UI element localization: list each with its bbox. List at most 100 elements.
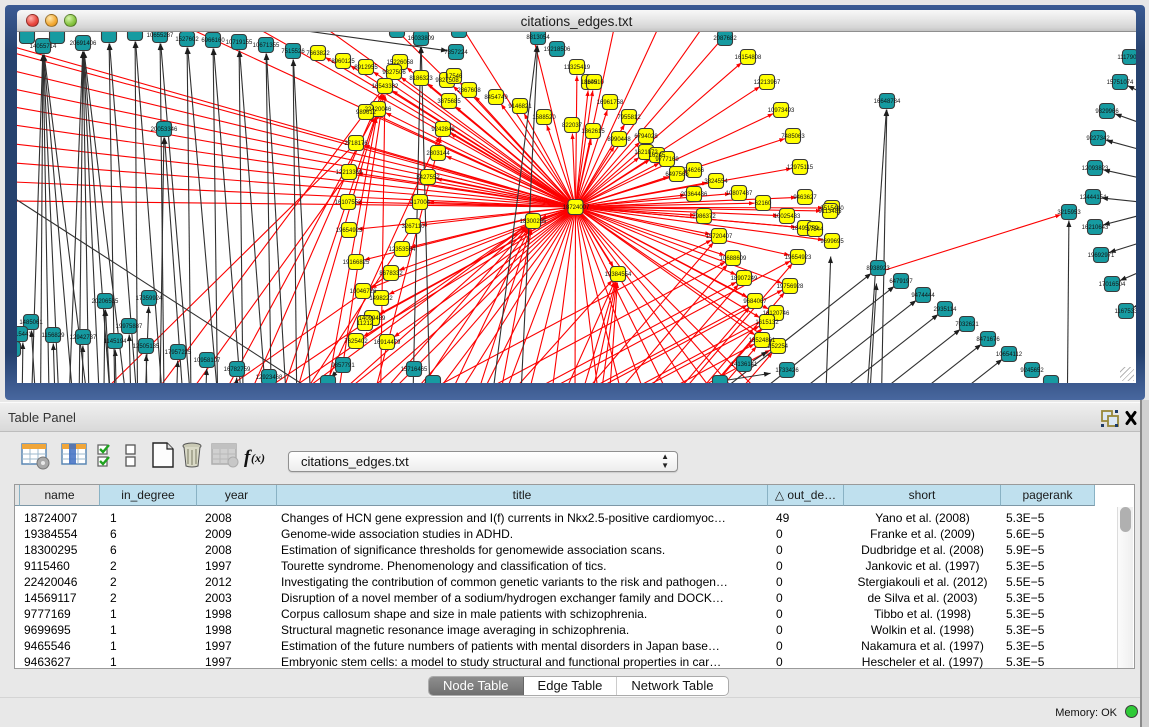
svg-text:9227342: 9227342	[1086, 136, 1110, 142]
svg-text:12353594: 12353594	[389, 247, 416, 253]
svg-text:10973493: 10973493	[768, 108, 795, 114]
svg-text:8471676: 8471676	[976, 337, 1000, 343]
svg-text:2935114: 2935114	[934, 307, 958, 313]
svg-text:9684067: 9684067	[743, 299, 767, 305]
svg-text:10655287: 10655287	[147, 33, 174, 39]
svg-text:8186323: 8186323	[409, 76, 433, 82]
svg-text:17016504: 17016504	[1099, 282, 1126, 288]
svg-text:9329966: 9329966	[1095, 109, 1119, 115]
svg-text:15720407: 15720407	[706, 234, 733, 240]
svg-text:12505135: 12505135	[133, 344, 160, 350]
svg-text:19654923: 19654923	[336, 228, 363, 234]
svg-text:417004: 417004	[410, 200, 431, 206]
svg-text:15226058: 15226058	[387, 60, 414, 66]
svg-text:9463627: 9463627	[793, 195, 817, 201]
svg-text:17544: 17544	[807, 227, 824, 233]
svg-text:1527602: 1527602	[175, 37, 199, 43]
svg-text:8427552: 8427552	[416, 175, 440, 181]
svg-text:12213967: 12213967	[754, 80, 781, 86]
svg-text:11212: 11212	[357, 321, 374, 327]
svg-text:19975887: 19975887	[116, 324, 143, 330]
svg-text:8678332: 8678332	[379, 271, 403, 277]
svg-text:19218506: 19218506	[544, 47, 571, 53]
svg-text:19384554: 19384554	[605, 272, 632, 278]
svg-text:3915441: 3915441	[17, 332, 32, 338]
svg-text:10688609: 10688609	[720, 256, 747, 262]
svg-text:16782759: 16782759	[224, 367, 251, 373]
svg-text:17957225: 17957225	[165, 350, 192, 356]
svg-text:1156829: 1156829	[42, 333, 66, 339]
svg-text:1733426: 1733426	[775, 368, 799, 374]
svg-text:8454749: 8454749	[484, 95, 508, 101]
svg-text:1167533: 1167533	[1115, 309, 1136, 315]
svg-text:1588520: 1588520	[532, 115, 556, 121]
svg-text:3215953: 3215953	[1057, 210, 1081, 216]
svg-text:12444154: 12444154	[1080, 195, 1107, 201]
svg-text:12093823: 12093823	[1082, 166, 1109, 172]
svg-text:10958107: 10958107	[194, 358, 221, 364]
svg-text:16033809: 16033809	[408, 36, 435, 42]
svg-text:9113485: 9113485	[819, 209, 843, 215]
svg-text:12923468: 12923468	[256, 375, 283, 381]
svg-text:14055714: 14055714	[30, 44, 57, 50]
svg-text:16914479: 16914479	[374, 340, 401, 346]
svg-text:7663822: 7663822	[306, 51, 330, 57]
svg-text:18300295: 18300295	[520, 219, 547, 225]
svg-text:9242848: 9242848	[431, 127, 455, 133]
svg-text:6479197: 6479197	[889, 279, 913, 285]
svg-text:989612: 989612	[356, 110, 377, 116]
svg-text:1145194: 1145194	[104, 339, 128, 345]
svg-text:7986372: 7986372	[692, 214, 716, 220]
svg-text:15716465: 15716465	[401, 367, 428, 373]
svg-text:822037: 822037	[562, 123, 583, 129]
svg-text:7357224: 7357224	[444, 50, 468, 56]
svg-text:1485061: 1485061	[19, 320, 43, 326]
svg-text:9857791: 9857791	[331, 363, 355, 369]
svg-text:12975115: 12975115	[787, 165, 814, 171]
svg-text:8938923: 8938923	[866, 266, 890, 272]
svg-text:10807487: 10807487	[726, 191, 753, 197]
svg-text:8960125: 8960125	[331, 59, 355, 65]
svg-text:2803144: 2803144	[426, 151, 450, 157]
svg-text:16107552: 16107552	[335, 200, 362, 206]
svg-text:7485063: 7485063	[781, 134, 805, 140]
svg-text:3875685: 3875685	[437, 99, 461, 105]
svg-text:16154808: 16154808	[735, 55, 762, 61]
svg-text:1362615: 1362615	[581, 129, 605, 135]
svg-text:252254: 252254	[768, 344, 789, 350]
svg-text:3824554: 3824554	[704, 179, 728, 185]
svg-text:110910: 110910	[584, 80, 604, 86]
svg-text:7032621: 7032621	[955, 322, 979, 328]
svg-text:10719155: 10719155	[226, 40, 253, 46]
svg-text:10654112: 10654112	[996, 352, 1023, 358]
svg-text:10671355: 10671355	[253, 43, 280, 49]
svg-text:19166825: 19166825	[343, 260, 370, 266]
svg-text:20053346: 20053346	[151, 127, 178, 133]
svg-text:10025433: 10025433	[774, 214, 801, 220]
svg-text:18724007: 18724007	[563, 205, 590, 211]
svg-text:20364436: 20364436	[681, 192, 708, 198]
svg-text:16210643: 16210643	[1082, 225, 1109, 231]
svg-text:9245652: 9245652	[1020, 368, 1044, 374]
svg-text:9327506: 9327506	[382, 70, 406, 76]
svg-text:14136141: 14136141	[731, 362, 758, 368]
svg-text:19692971: 19692971	[1088, 253, 1115, 259]
svg-text:18907249: 18907249	[731, 276, 758, 282]
svg-text:62160: 62160	[755, 201, 772, 207]
svg-text:7625402: 7625402	[344, 339, 368, 345]
svg-text:16648784: 16648784	[874, 99, 901, 105]
svg-text:12213369: 12213369	[336, 170, 363, 176]
svg-text:2718176: 2718176	[344, 141, 368, 147]
svg-text:6794028: 6794028	[634, 134, 658, 140]
svg-text:15751074: 15751074	[1107, 80, 1134, 86]
svg-text:10046726: 10046726	[350, 289, 377, 295]
svg-text:2087682: 2087682	[713, 36, 737, 42]
svg-text:8813054: 8813054	[526, 35, 550, 41]
svg-text:19654923: 19654923	[785, 255, 812, 261]
svg-text:6497568: 6497568	[665, 172, 689, 178]
svg-text:20691406: 20691406	[70, 41, 97, 47]
svg-text:(x): (x)	[251, 451, 265, 465]
svg-text:20206535: 20206535	[92, 299, 119, 305]
svg-text:16120746: 16120746	[763, 311, 790, 317]
svg-text:17359924: 17359924	[136, 296, 163, 302]
